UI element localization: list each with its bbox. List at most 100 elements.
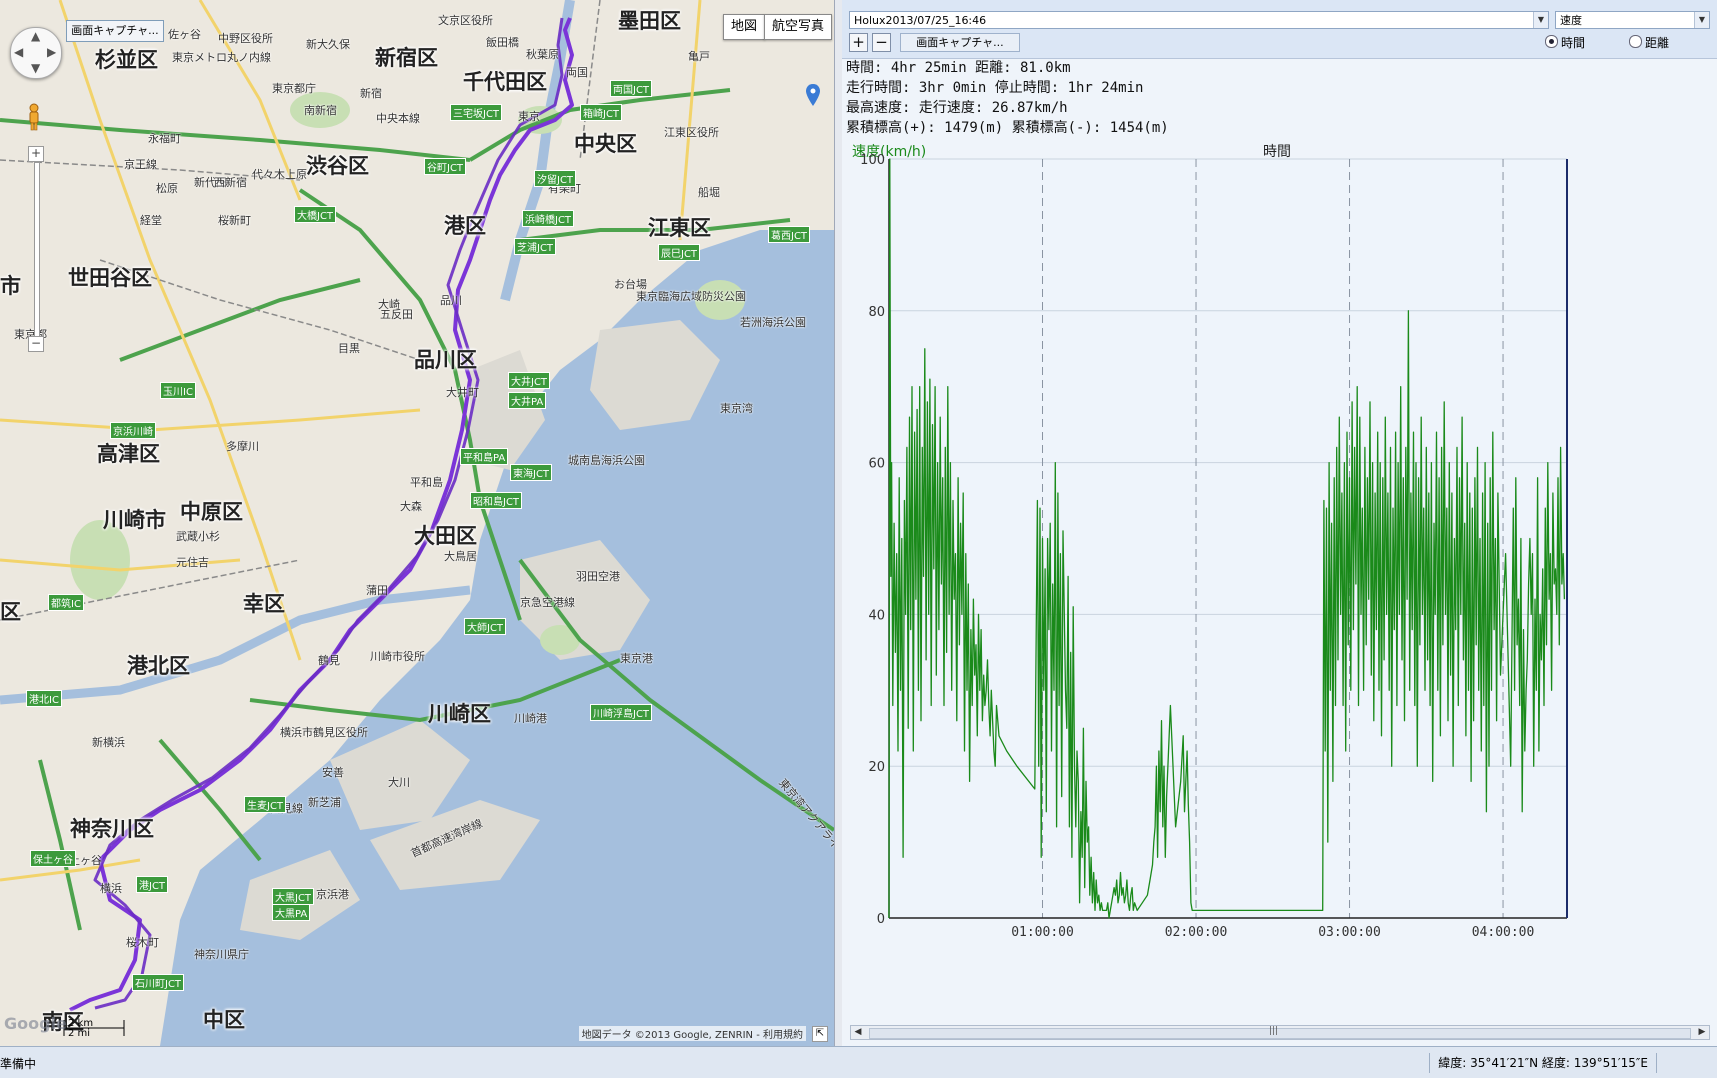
stats-line: 時間: 4hr 25min 距離: 81.0km	[846, 60, 1071, 76]
zoom-out-button[interactable]: −	[28, 336, 44, 352]
map-place-label: 桜新町	[218, 214, 251, 227]
x-tick-label: 04:00:00	[1472, 925, 1535, 940]
ward-label: 中原区	[180, 500, 243, 524]
map-place-label: 新芝浦	[308, 796, 341, 809]
ward-label: 中央区	[574, 132, 637, 156]
jct-label: 平和島PA	[460, 448, 509, 465]
y-tick-label: 40	[868, 608, 885, 623]
map-place-label: 新横浜	[92, 736, 125, 749]
jct-label: 芝浦JCT	[514, 238, 557, 255]
ward-label: 渋谷区	[306, 154, 369, 178]
jct-label: 港北IC	[26, 690, 62, 707]
map-place-label: 京急空港線	[520, 596, 575, 609]
ward-label: 幸区	[243, 592, 285, 616]
map-place-label: 元住吉	[176, 556, 209, 569]
map-place-label: 秋葉原	[526, 48, 559, 61]
map-place-label: 文京区役所	[438, 14, 493, 27]
ward-label: 中区	[203, 1008, 245, 1032]
jct-label: 大井PA	[508, 392, 547, 409]
map-place-label: 京浜港	[316, 888, 349, 901]
ward-label: 神奈川区	[70, 817, 154, 841]
jct-label: 港JCT	[136, 876, 169, 893]
jct-label: 生麦JCT	[244, 796, 287, 813]
chevron-down-icon[interactable]: ▼	[1694, 12, 1709, 28]
scroll-right-icon[interactable]: ▶	[1695, 1026, 1709, 1039]
map-place-label: 東京メトロ丸ノ内線	[172, 51, 271, 64]
ward-label: 墨田区	[618, 9, 681, 33]
ward-label: 世田谷区	[68, 266, 152, 290]
jct-label: 大黒PA	[272, 904, 311, 921]
map-place-label: 川崎港	[514, 712, 547, 725]
map-attribution[interactable]: 地図データ ©2013 Google, ZENRIN - 利用規約	[578, 1026, 806, 1041]
zoom-slider[interactable]: + −	[28, 146, 44, 352]
radio-circle-selected[interactable]	[1545, 35, 1558, 48]
ward-label: 港区	[444, 214, 486, 238]
map-place-label: 東京湾	[720, 402, 753, 415]
map-place-label: 大森	[400, 500, 422, 513]
marker-pin-icon[interactable]	[806, 84, 820, 106]
map-place-label: 飯田橋	[486, 36, 519, 49]
y-tick-label: 60	[868, 457, 885, 472]
map-type-satellite-button[interactable]: 航空写真	[764, 14, 833, 40]
chevron-down-icon[interactable]: ▼	[1533, 12, 1548, 28]
track-file-select[interactable]: Holux2013/07/25_16:46 ▼	[849, 11, 1549, 29]
radio-distance-label: 距離	[1645, 36, 1670, 50]
stats-line: 最高速度: 走行速度: 26.87km/h	[846, 100, 1068, 116]
add-track-button[interactable]: +	[849, 33, 868, 52]
pan-left-icon[interactable]: ◀	[14, 45, 23, 59]
ward-label: 区	[0, 600, 21, 624]
resize-corner-icon[interactable]: ⇱	[812, 1026, 828, 1042]
pan-up-icon[interactable]: ▲	[31, 29, 40, 43]
jct-label: 大井JCT	[508, 372, 551, 389]
speed-chart[interactable]: 速度(km/h) 時間 02040608010001:00:00 02:00:00…	[842, 138, 1717, 1024]
graph-toolbar: Holux2013/07/25_16:46 ▼ 速度 ▼ + − 画面キャプチャ…	[842, 0, 1717, 59]
map-place-label: 江東区役所	[664, 126, 719, 139]
radio-circle[interactable]	[1629, 35, 1642, 48]
x-tick-label: 01:00:00	[1011, 925, 1074, 940]
street-view-pegman-icon[interactable]	[27, 103, 41, 131]
pan-right-icon[interactable]: ▶	[47, 45, 56, 59]
y-tick-label: 20	[868, 760, 885, 775]
chart-horizontal-scrollbar[interactable]: ◀ ||| ▶	[850, 1025, 1710, 1040]
jct-label: 都筑IC	[48, 594, 84, 611]
chart-title: 時間	[1263, 144, 1291, 160]
scroll-left-icon[interactable]: ◀	[851, 1026, 865, 1039]
map-place-label: 多摩川	[226, 440, 259, 453]
scroll-grip-icon: |||	[1269, 1026, 1279, 1036]
map-place-label: 京王線	[124, 158, 157, 171]
jct-label: 石川町JCT	[132, 974, 185, 991]
jct-label: 京浜川崎	[110, 422, 156, 439]
y-tick-label: 80	[868, 305, 885, 320]
radio-time-label: 時間	[1561, 36, 1586, 50]
map-place-label: 目黒	[338, 342, 360, 355]
pan-control[interactable]: ▲ ▼ ◀ ▶	[10, 27, 62, 79]
scroll-thumb[interactable]	[869, 1028, 1691, 1039]
map-place-label: 平和島	[410, 476, 443, 489]
y-tick-label: 0	[877, 912, 885, 927]
metric-select[interactable]: 速度 ▼	[1555, 11, 1710, 29]
ward-label: 高津区	[97, 442, 160, 466]
map-place-label: 横浜市鶴見区役所	[280, 726, 368, 739]
map-type-map-button[interactable]: 地図	[723, 14, 766, 40]
jct-label: 玉川IC	[160, 382, 196, 399]
map-place-label: 西新宿	[214, 176, 247, 189]
map-capture-button[interactable]: 画面キャプチャ...	[66, 20, 164, 42]
radio-time[interactable]: 時間	[1545, 35, 1585, 50]
map-place-label: 大川	[388, 776, 410, 789]
scale-bar: 2 km 2 mi	[62, 1018, 172, 1039]
ward-label: 大田区	[414, 524, 477, 548]
zoom-track[interactable]	[34, 162, 40, 339]
map-place-label: 鶴見	[318, 654, 340, 667]
radio-distance[interactable]: 距離	[1629, 35, 1669, 50]
x-tick-label: 02:00:00	[1165, 925, 1228, 940]
map-place-label: 両国	[566, 66, 588, 79]
map-place-label: 五反田	[380, 308, 413, 321]
zoom-in-button[interactable]: +	[28, 146, 44, 162]
map-place-label: 中野区役所	[218, 32, 273, 45]
map-view[interactable]: 杉並区 新宿区 千代田区 墨田区 中央区 渋谷区 港区 江東区 世田谷区 品川区…	[0, 0, 835, 1046]
remove-track-button[interactable]: −	[872, 33, 891, 52]
pan-down-icon[interactable]: ▼	[31, 61, 40, 75]
map-place-label: 代々木上原	[252, 168, 307, 181]
graph-capture-button[interactable]: 画面キャプチャ...	[900, 33, 1020, 52]
ward-label: 港北区	[127, 654, 190, 678]
